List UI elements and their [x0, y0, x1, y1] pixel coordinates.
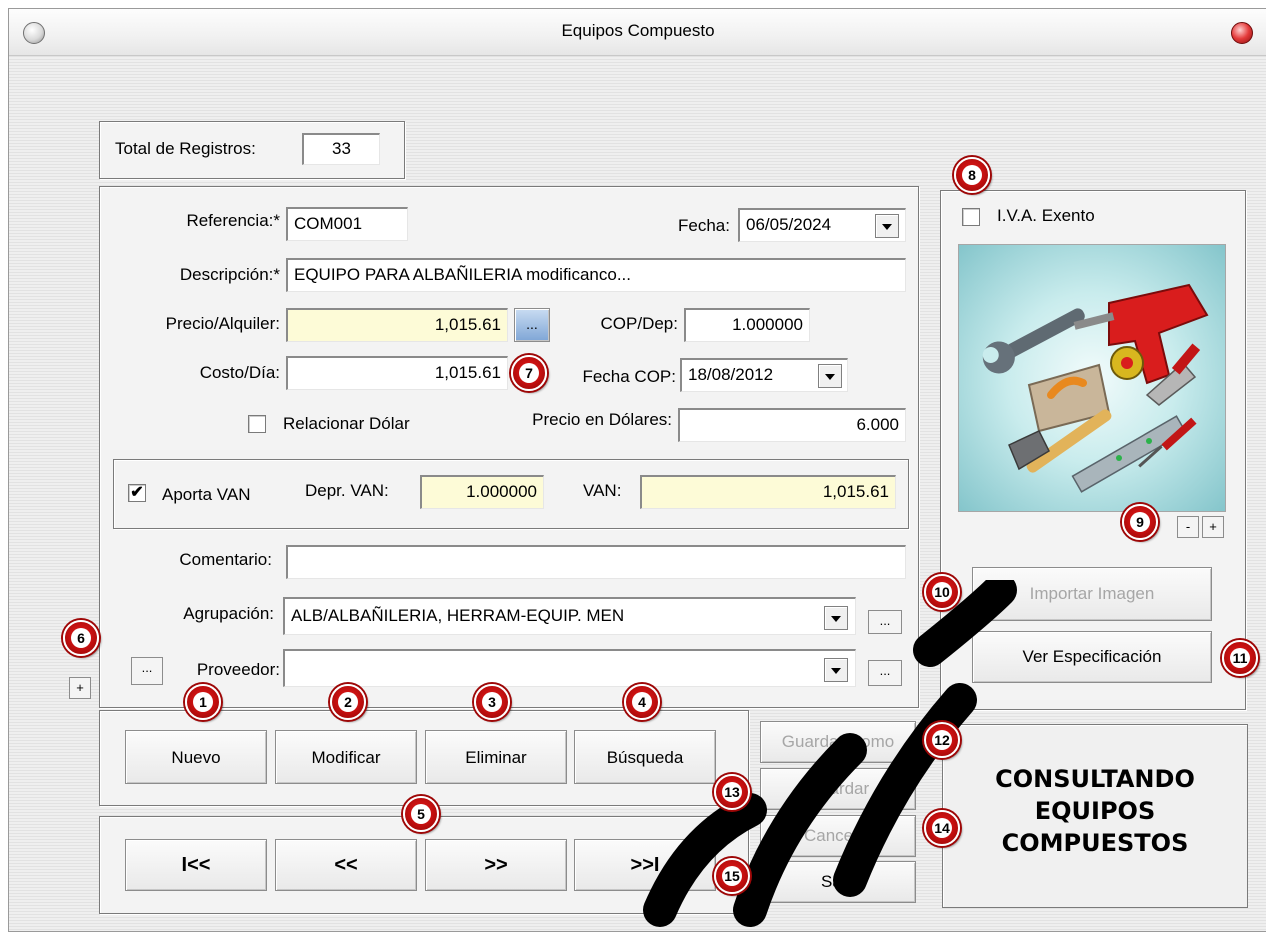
comentario-input[interactable] — [286, 545, 906, 579]
cop-dep-label: COP/Dep: — [600, 314, 678, 333]
status-panel: CONSULTANDO EQUIPOS COMPUESTOS — [942, 724, 1248, 908]
previous-record-button[interactable]: << — [275, 839, 417, 891]
status-line-2: EQUIPOS — [1034, 797, 1156, 825]
callout-badge-7: 7 — [511, 355, 547, 391]
precio-alquiler-label: Precio/Alquiler: — [165, 314, 280, 333]
aporta-van-label: Aporta VAN — [162, 485, 251, 504]
precio-dolares-input[interactable]: 6.000 — [678, 408, 906, 442]
callout-badge-9: 9 — [1122, 504, 1158, 540]
descripcion-input[interactable]: EQUIPO PARA ALBAÑILERIA modificanco... — [286, 258, 906, 292]
agrupacion-select[interactable]: ALB/ALBAÑILERIA, HERRAM-EQUIP. MEN — [283, 597, 856, 635]
cancelar-button[interactable]: Cancelar — [760, 815, 916, 857]
status-line-1: CONSULTANDO — [995, 765, 1195, 793]
modificar-button[interactable]: Modificar — [275, 730, 417, 784]
first-record-button[interactable]: I<< — [125, 839, 267, 891]
callout-badge-1: 1 — [185, 684, 221, 720]
depr-van-label: Depr. VAN: — [305, 481, 389, 500]
last-record-button[interactable]: >>I — [574, 839, 716, 891]
callout-badge-11: 11 — [1222, 640, 1258, 676]
aporta-van-checkbox[interactable]: ✔ — [128, 484, 146, 502]
title-bar: Equipos Compuesto — [9, 9, 1266, 56]
callout-badge-13: 13 — [714, 774, 750, 810]
precio-alquiler-input[interactable]: 1,015.61 — [286, 308, 508, 342]
total-registros-value: 33 — [302, 133, 380, 165]
comentario-label: Comentario: — [179, 550, 272, 569]
guardar-como-button[interactable]: Guardar Como — [760, 721, 916, 763]
eliminar-button[interactable]: Eliminar — [425, 730, 567, 784]
proveedor-select[interactable] — [283, 649, 856, 687]
close-window-icon[interactable] — [1231, 22, 1253, 44]
agrupacion-label: Agrupación: — [183, 604, 274, 623]
descripcion-label: Descripción:* — [179, 265, 280, 284]
proveedor-label: Proveedor: — [196, 660, 280, 679]
costo-dia-label: Costo/Día: — [199, 363, 280, 382]
iva-exento-checkbox[interactable] — [962, 208, 980, 226]
window-title: Equipos Compuesto — [561, 21, 715, 40]
zoom-out-button[interactable]: - — [1177, 516, 1199, 538]
salir-button[interactable]: Salir — [760, 861, 916, 903]
proveedor-dropdown-icon[interactable] — [824, 658, 848, 682]
fecha-dropdown-icon[interactable] — [875, 214, 899, 238]
proveedor-ellipsis-right-button[interactable]: ... — [868, 660, 902, 686]
callout-badge-15: 15 — [714, 858, 750, 894]
fecha-cop-dropdown-icon[interactable] — [818, 364, 842, 388]
wrench-icon — [982, 308, 1085, 374]
fecha-label: Fecha: — [678, 216, 730, 235]
depr-van-input[interactable]: 1.000000 — [420, 475, 544, 509]
guardar-button[interactable]: Guardar — [760, 768, 916, 810]
zoom-in-button[interactable]: + — [1202, 516, 1224, 538]
precio-dolares-label: Precio en Dólares: — [532, 410, 672, 429]
relacionar-dolar-checkbox[interactable] — [248, 415, 266, 433]
callout-badge-8: 8 — [954, 157, 990, 193]
ver-especificacion-button[interactable]: Ver Especificación — [972, 631, 1212, 683]
referencia-label: Referencia:* — [186, 211, 280, 230]
agrupacion-ellipsis-button[interactable]: ... — [868, 610, 902, 634]
van-label: VAN: — [583, 481, 622, 500]
iva-exento-label: I.V.A. Exento — [997, 206, 1095, 225]
callout-badge-6: 6 — [63, 620, 99, 656]
importar-imagen-button[interactable]: Importar Imagen — [972, 567, 1212, 621]
costo-dia-input[interactable]: 1,015.61 — [286, 356, 508, 390]
nuevo-button[interactable]: Nuevo — [125, 730, 267, 784]
callout-badge-14: 14 — [924, 810, 960, 846]
tape-measure-icon — [1110, 346, 1144, 380]
referencia-input[interactable]: COM001 — [286, 207, 408, 241]
busqueda-button[interactable]: Búsqueda — [574, 730, 716, 784]
callout-badge-2: 2 — [330, 684, 366, 720]
total-registros-panel: Total de Registros: 33 — [99, 121, 405, 179]
callout-badge-5: 5 — [403, 796, 439, 832]
cop-dep-input[interactable]: 1.000000 — [684, 308, 810, 342]
callout-badge-12: 12 — [924, 722, 960, 758]
van-input[interactable]: 1,015.61 — [640, 475, 896, 509]
proveedor-ellipsis-left-button[interactable]: ... — [131, 657, 163, 685]
fecha-cop-label: Fecha COP: — [582, 367, 676, 386]
total-registros-label: Total de Registros: — [115, 139, 256, 158]
agrupacion-dropdown-icon[interactable] — [824, 606, 848, 630]
callout-badge-3: 3 — [474, 684, 510, 720]
callout-badge-10: 10 — [924, 574, 960, 610]
next-record-button[interactable]: >> — [425, 839, 567, 891]
equipment-image — [958, 244, 1226, 512]
status-line-3: COMPUESTOS — [1001, 829, 1189, 857]
precio-ellipsis-button[interactable]: ... — [514, 308, 550, 342]
callout-badge-4: 4 — [624, 684, 660, 720]
relacionar-dolar-label: Relacionar Dólar — [283, 414, 410, 433]
expand-plus-button[interactable]: + — [69, 677, 91, 699]
